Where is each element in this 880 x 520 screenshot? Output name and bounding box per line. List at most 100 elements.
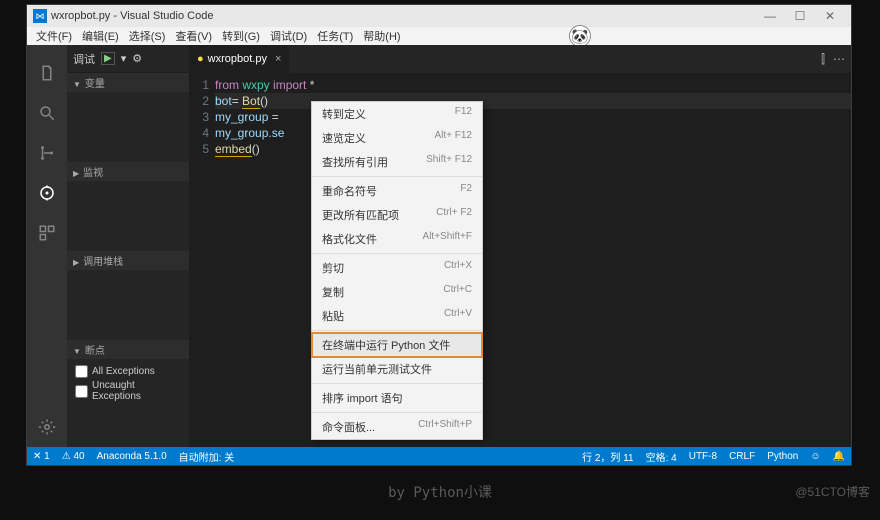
menu-item-shortcut: Ctrl+C (443, 284, 472, 300)
menu-item[interactable]: 排序 import 语句 (312, 386, 482, 410)
more-actions-icon[interactable]: ⋯ (833, 52, 845, 66)
menu-item[interactable]: 复制Ctrl+C (312, 280, 482, 304)
status-autoattach[interactable]: 自动附加: 关 (179, 449, 235, 464)
search-icon[interactable] (35, 101, 59, 125)
menu-item-shortcut: Alt+ F12 (434, 130, 472, 146)
menu-item[interactable]: 运行当前单元测试文件 (312, 357, 482, 381)
menu-item-shortcut: Shift+ F12 (426, 154, 472, 170)
menu-item[interactable]: 命令面板...Ctrl+Shift+P (312, 415, 482, 439)
status-encoding[interactable]: UTF-8 (689, 449, 717, 464)
status-warnings[interactable]: ⚠ 40 (62, 451, 85, 462)
menu-item-shortcut: F2 (460, 183, 472, 199)
debug-gear-icon[interactable]: ⚙ (132, 52, 142, 65)
menu-item-shortcut: Ctrl+V (444, 308, 472, 324)
menu-separator (312, 253, 482, 254)
gear-icon[interactable] (35, 415, 59, 439)
menu-item-label: 命令面板... (322, 419, 418, 435)
menu-item-shortcut: F12 (455, 106, 472, 122)
close-button[interactable]: ✕ (815, 9, 845, 23)
activity-bar (27, 45, 67, 447)
editor-area: ● wxropbot.py × ⫿ ⋯ 1 2 3 4 5 (189, 45, 851, 447)
debug-header: 调试 ▶ ▾ ⚙ (67, 45, 189, 73)
menu-item-shortcut: Ctrl+ F2 (436, 207, 472, 223)
menu-separator (312, 330, 482, 331)
debug-config-icon[interactable]: ▾ (121, 52, 127, 65)
title-bar: ⋈ wxropbot.py - Visual Studio Code — ☐ ✕ (27, 5, 851, 27)
status-spaces[interactable]: 空格: 4 (646, 449, 677, 464)
menu-item[interactable]: 查找所有引用Shift+ F12 (312, 150, 482, 174)
editor-tabs: ● wxropbot.py × ⫿ ⋯ (189, 45, 851, 73)
vars-section[interactable]: 变量 (67, 73, 189, 92)
menu-selection[interactable]: 选择(S) (124, 28, 171, 44)
menu-item[interactable]: 转到定义F12 (312, 102, 482, 126)
status-bar: ✕ 1 ⚠ 40 Anaconda 5.1.0 自动附加: 关 行 2，列 11… (27, 447, 851, 465)
start-debug-button[interactable]: ▶ (101, 52, 115, 65)
menu-item-label: 在终端中运行 Python 文件 (322, 337, 472, 353)
maximize-button[interactable]: ☐ (785, 9, 815, 23)
menu-separator (312, 176, 482, 177)
watermark: by Python小课 (0, 482, 880, 502)
menu-file[interactable]: 文件(F) (31, 28, 77, 44)
menu-debug[interactable]: 调试(D) (265, 28, 312, 44)
menu-item[interactable]: 剪切Ctrl+X (312, 256, 482, 280)
menu-item-label: 粘贴 (322, 308, 444, 324)
window-title: wxropbot.py - Visual Studio Code (51, 10, 213, 22)
menu-item-label: 剪切 (322, 260, 444, 276)
minimize-button[interactable]: — (755, 9, 785, 23)
line-gutter: 1 2 3 4 5 (189, 73, 215, 447)
all-exceptions-checkbox[interactable]: All Exceptions (75, 365, 181, 378)
menu-item[interactable]: 更改所有匹配项Ctrl+ F2 (312, 203, 482, 227)
extensions-icon[interactable] (35, 221, 59, 245)
context-menu: 转到定义F12速览定义Alt+ F12查找所有引用Shift+ F12重命名符号… (311, 101, 483, 440)
menu-bar: 文件(F) 编辑(E) 选择(S) 查看(V) 转到(G) 调试(D) 任务(T… (27, 27, 851, 45)
split-editor-icon[interactable]: ⫿ (821, 52, 825, 67)
menu-item-label: 转到定义 (322, 106, 455, 122)
status-feedback-icon[interactable]: ☺ (810, 449, 820, 464)
status-lncol[interactable]: 行 2，列 11 (582, 449, 634, 464)
menu-view[interactable]: 查看(V) (170, 28, 217, 44)
menu-item-label: 复制 (322, 284, 443, 300)
status-errors[interactable]: ✕ 1 (33, 451, 50, 462)
avatar[interactable]: 🐼 (569, 25, 591, 47)
menu-go[interactable]: 转到(G) (217, 28, 265, 44)
menu-item-shortcut: Ctrl+X (444, 260, 472, 276)
explorer-icon[interactable] (35, 61, 59, 85)
vscode-icon: ⋈ (33, 9, 47, 23)
code-lines[interactable]: from wxpy import * bot= Bot() my_group =… (215, 73, 851, 447)
scm-icon[interactable] (35, 141, 59, 165)
debug-label: 调试 (73, 51, 95, 67)
menu-item-label: 速览定义 (322, 130, 434, 146)
menu-item-label: 格式化文件 (322, 231, 423, 247)
menu-separator (312, 412, 482, 413)
status-eol[interactable]: CRLF (729, 449, 755, 464)
menu-item[interactable]: 格式化文件Alt+Shift+F (312, 227, 482, 251)
menu-item[interactable]: 重命名符号F2 (312, 179, 482, 203)
status-language[interactable]: Python (767, 449, 798, 464)
menu-edit[interactable]: 编辑(E) (77, 28, 124, 44)
python-file-icon: ● (197, 53, 204, 65)
code-editor[interactable]: 1 2 3 4 5 from wxpy import * bot= Bot() … (189, 73, 851, 447)
tab-filename: wxropbot.py (208, 53, 267, 65)
status-env[interactable]: Anaconda 5.1.0 (97, 451, 167, 462)
menu-item-label: 排序 import 语句 (322, 390, 472, 406)
menu-item-label: 运行当前单元测试文件 (322, 361, 472, 377)
tab-close-button[interactable]: × (275, 53, 281, 65)
tab-wxropbot[interactable]: ● wxropbot.py × (189, 45, 290, 73)
watch-section[interactable]: 监视 (67, 162, 189, 181)
debug-icon[interactable] (35, 181, 59, 205)
menu-item[interactable]: 速览定义Alt+ F12 (312, 126, 482, 150)
menu-tasks[interactable]: 任务(T) (312, 28, 358, 44)
menu-item-label: 查找所有引用 (322, 154, 426, 170)
uncaught-exceptions-checkbox[interactable]: Uncaught Exceptions (75, 380, 181, 402)
menu-item-shortcut: Ctrl+Shift+P (418, 419, 472, 435)
menu-help[interactable]: 帮助(H) (358, 28, 405, 44)
breakpoints-section[interactable]: 断点 (67, 340, 189, 359)
watermark-source: @51CTO博客 (795, 483, 870, 500)
menu-separator (312, 383, 482, 384)
menu-item[interactable]: 在终端中运行 Python 文件 (312, 333, 482, 357)
menu-item-shortcut: Alt+Shift+F (423, 231, 472, 247)
status-bell-icon[interactable]: 🔔 (833, 449, 845, 464)
callstack-section[interactable]: 调用堆栈 (67, 251, 189, 270)
menu-item[interactable]: 粘贴Ctrl+V (312, 304, 482, 328)
menu-item-label: 更改所有匹配项 (322, 207, 436, 223)
